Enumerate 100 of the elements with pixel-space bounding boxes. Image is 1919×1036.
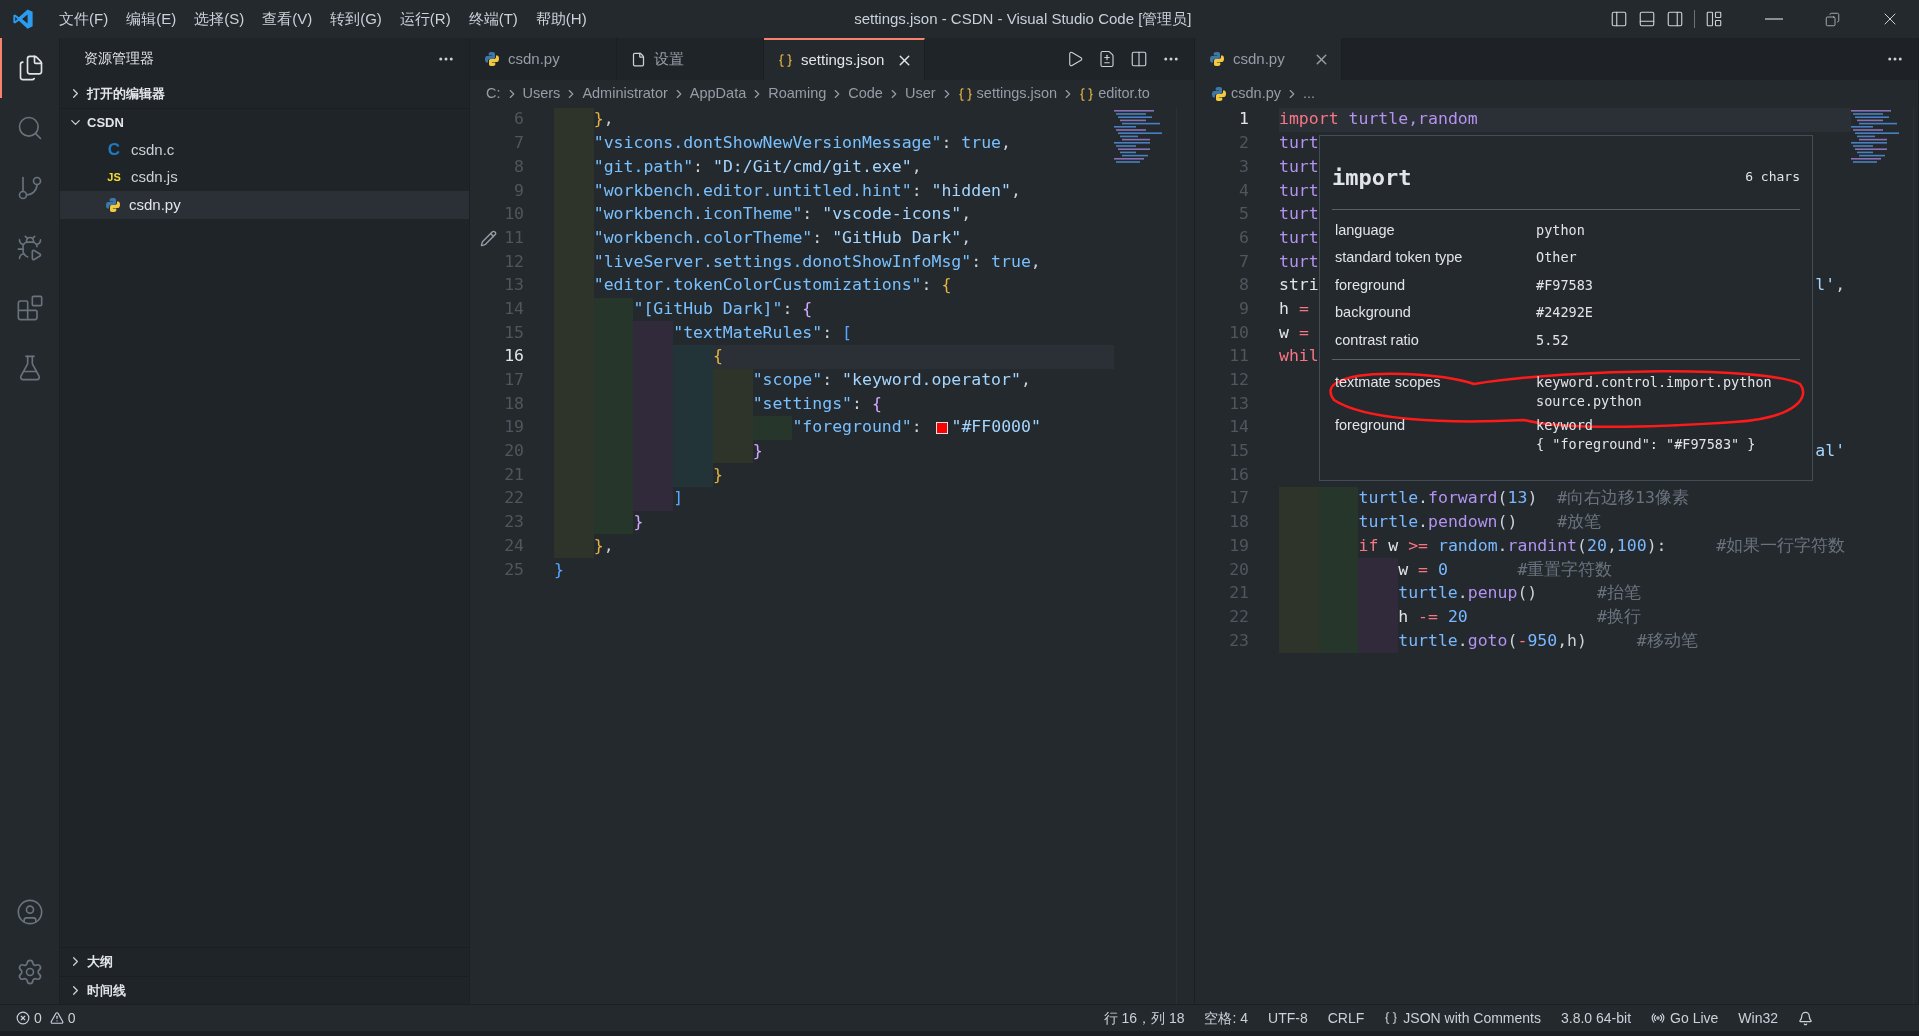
code-line: "scope": "keyword.operator", [752,369,1031,392]
property-value: Other [1536,248,1577,268]
code-line: "workbench.iconTheme": "vscode-icons", [593,203,972,226]
menu-item[interactable]: 运行(R) [390,0,460,38]
property-label: contrast ratio [1334,330,1420,350]
error-icon[interactable] [16,1011,30,1025]
breadcrumb-item[interactable]: AppData [689,83,747,105]
menu-item[interactable]: 帮助(H) [526,0,596,38]
section-header[interactable]: 大纲 [87,952,113,972]
property-label: standard token type [1334,248,1464,268]
section-header[interactable]: 打开的编辑器 [87,84,165,104]
breadcrumb-item[interactable]: C: [486,83,501,105]
run-debug-icon[interactable] [16,234,44,262]
code-fragment: al' [1815,440,1846,463]
breadcrumb-item[interactable]: User [904,83,936,105]
property-value: source.python [1536,391,1643,411]
status-item[interactable]: 3.8.0 64-bit [1561,1007,1632,1029]
breadcrumb-item[interactable]: Administrator [582,83,668,105]
bell-icon[interactable] [1798,1010,1813,1026]
settings-icon[interactable] [16,958,44,986]
code-line: ] [673,487,684,510]
breadcrumb-item[interactable]: settings.json [976,83,1058,105]
menu-item[interactable]: 文件(F) [50,0,118,38]
branch-icon[interactable] [16,174,44,202]
open-changes-icon[interactable] [1098,50,1116,68]
code-line: "editor.tokenColorCustomizations": { [593,274,952,297]
line-number: 1 [1239,108,1249,131]
property-label: foreground [1334,275,1407,295]
property-value: #24292E [1536,303,1593,323]
status-item[interactable]: JSON with Comments [1403,1007,1541,1029]
code-line: "settings": { [752,392,882,415]
editor-tab[interactable]: csdn.py [1195,38,1342,80]
account-icon[interactable] [16,898,44,926]
code-line: turt [1279,203,1319,226]
menu-item[interactable]: 终端(T) [459,0,527,38]
code-line: whil [1279,345,1319,368]
code-line: } [554,558,564,581]
code-line: "liveServer.settings.donotShowInfoMsg": true, [593,250,1041,273]
toggle-panel-icon[interactable] [1638,10,1656,28]
code-line: }, [593,534,614,557]
toggle-secondary-sidebar-icon[interactable] [1666,10,1684,28]
braces-icon [1079,86,1095,102]
explorer-icon[interactable] [17,54,45,82]
menu-item[interactable]: 编辑(E) [117,0,186,38]
breadcrumb-item[interactable]: editor.to [1098,83,1150,105]
code-line: "workbench.editor.untitled.hint": "hidden", [593,179,1021,202]
char-count: 6 chars [1745,168,1800,187]
run-icon[interactable] [1066,50,1084,68]
toggle-sidebar-icon[interactable] [1610,10,1628,28]
code-line: turt [1279,155,1319,178]
code-line: turtle.forward(13) #向右边移13像素 [1358,487,1689,510]
code-line: } [633,511,644,534]
code-line: turtle.pendown() #放笔 [1358,511,1602,534]
code-line: turt [1279,132,1319,155]
status-item[interactable]: 空格: 4 [1204,1007,1249,1029]
customize-layout-icon[interactable] [1705,10,1723,28]
property-label: background [1334,303,1412,323]
warning-icon[interactable] [49,1011,64,1025]
status-item[interactable]: Go Live [1670,1007,1719,1029]
code-line: if w >= random.randint(20,100): #如果一行字符数 [1358,534,1846,557]
code-line: { [712,345,723,368]
status-item[interactable]: CRLF [1327,1007,1365,1029]
breadcrumb-item[interactable]: csdn.py [1231,83,1281,105]
breadcrumb-item[interactable]: Users [522,83,561,105]
extensions-icon[interactable] [16,294,44,322]
restore-icon [1824,11,1840,27]
search-icon[interactable] [16,114,44,142]
code-line: turt [1279,226,1319,249]
menu-item[interactable]: 转到(G) [321,0,391,38]
python-icon [105,196,121,213]
section-header[interactable]: 时间线 [87,980,126,1000]
status-item[interactable]: Win32 [1738,1007,1778,1029]
minimize-icon [1765,18,1783,20]
editor-tab[interactable]: settings.json [764,38,926,80]
file-item[interactable]: C csdn.c [60,136,469,164]
window-title: settings.json - CSDN - Visual Studio Code [管理员] [854,8,1192,29]
edit-icon[interactable] [480,229,497,247]
file-item[interactable]: csdn.py [60,191,469,219]
code-line: "[GitHub Dark]": { [633,297,813,320]
error-count[interactable]: 0 [34,1007,42,1029]
status-item[interactable]: 行 16，列 18 [1103,1007,1185,1029]
code-line: } [752,440,763,463]
status-item[interactable]: UTF-8 [1268,1007,1308,1029]
color-swatch[interactable] [935,421,948,434]
section-header[interactable]: CSDN [87,112,124,132]
menu-item[interactable]: 选择(S) [185,0,254,38]
python-icon [1211,86,1227,102]
breadcrumb-item[interactable]: Code [848,83,883,105]
code-line: turt [1279,250,1319,273]
code-line: } [712,463,723,486]
file-item[interactable]: JS csdn.js [60,163,469,191]
warning-count[interactable]: 0 [67,1007,76,1029]
sidebar-title: 资源管理器 [84,49,154,68]
breadcrumb-item[interactable]: Roaming [768,83,827,105]
breadcrumb-item[interactable]: ... [1303,83,1316,105]
code-fragment: l', [1815,274,1846,297]
code-line: "vsicons.dontShowNewVersionMessage": true, [593,132,1011,155]
file-icon [631,51,646,67]
split-editor-icon[interactable] [1130,50,1148,68]
menu-item[interactable]: 查看(V) [253,0,322,38]
